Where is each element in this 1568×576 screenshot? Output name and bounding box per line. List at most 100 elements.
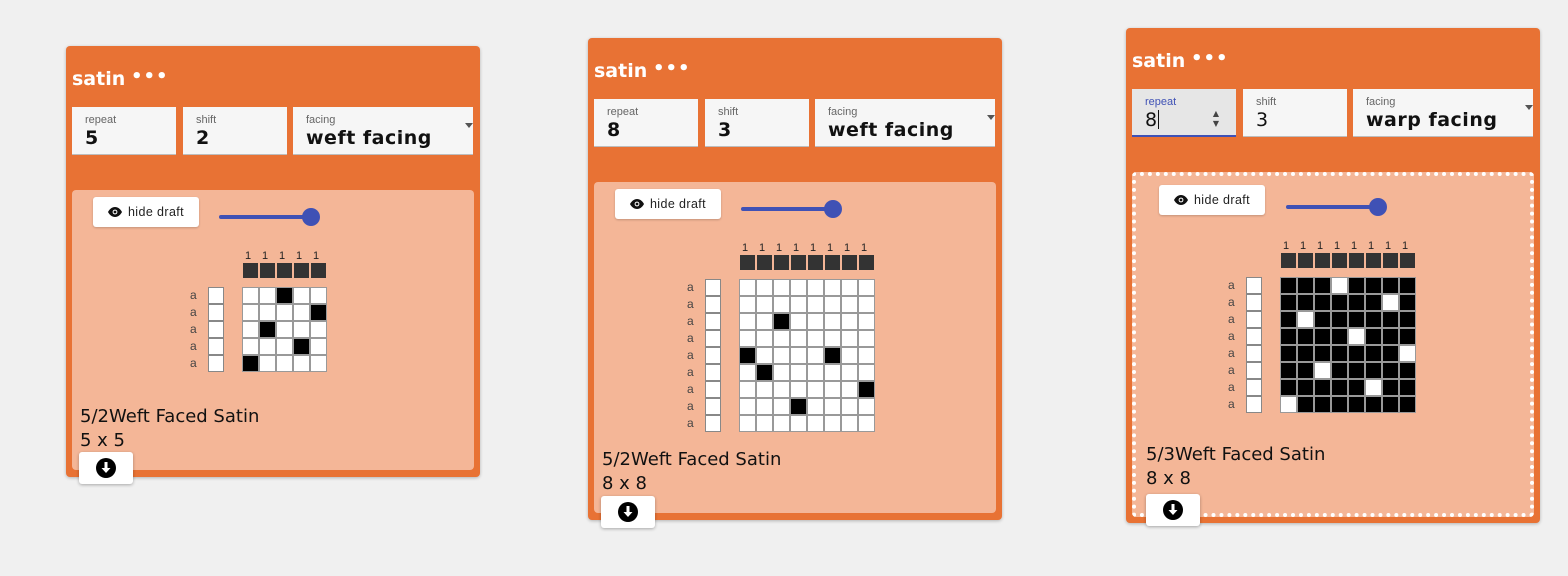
zoom-slider-track[interactable] bbox=[219, 215, 309, 219]
repeat-label: repeat bbox=[85, 114, 117, 126]
draft-cell bbox=[1331, 328, 1348, 345]
draft-panel: hide draft 11111111aaaaaaaa 5/3Weft Face… bbox=[1132, 172, 1534, 517]
draft-cell bbox=[756, 330, 773, 347]
pattern-dims: 8 x 8 bbox=[1146, 468, 1191, 489]
draft-cell bbox=[242, 304, 259, 321]
shift-value[interactable]: 3 bbox=[718, 119, 732, 141]
draft-cell bbox=[1382, 328, 1399, 345]
draft-cell bbox=[1297, 379, 1314, 396]
satin-node-3[interactable]: satin ••• repeat 8 ▲ ▼ shift 3 facing war… bbox=[1126, 28, 1540, 526]
draft-cell bbox=[841, 279, 858, 296]
draft-cell bbox=[739, 364, 756, 381]
draft-cell bbox=[1382, 277, 1399, 294]
shift-field[interactable]: shift 3 bbox=[705, 99, 809, 147]
draft-cell bbox=[1348, 345, 1365, 362]
download-icon bbox=[618, 502, 638, 522]
draft-cell bbox=[807, 279, 824, 296]
zoom-slider-thumb[interactable] bbox=[1369, 198, 1387, 216]
weft-color-cell bbox=[208, 355, 224, 372]
repeat-value[interactable]: 5 bbox=[85, 127, 99, 149]
chevron-down-icon[interactable] bbox=[987, 115, 995, 120]
draft-cell bbox=[1331, 294, 1348, 311]
draft-cell bbox=[1348, 328, 1365, 345]
weft-label: a bbox=[1228, 295, 1235, 309]
shift-value[interactable]: 2 bbox=[196, 127, 210, 149]
draft-cell bbox=[841, 398, 858, 415]
draft-cell bbox=[807, 398, 824, 415]
zoom-slider-track[interactable] bbox=[741, 207, 831, 211]
draft-view: 1 1 1 1 1 1 1 1aaaaaaaa bbox=[1228, 240, 1416, 413]
repeat-field[interactable]: repeat 8 ▲ ▼ bbox=[1132, 89, 1236, 137]
weft-label: a bbox=[190, 339, 197, 353]
draft-cell bbox=[858, 330, 875, 347]
hide-draft-button[interactable]: hide draft bbox=[615, 189, 721, 219]
hide-draft-button[interactable]: hide draft bbox=[1159, 185, 1265, 215]
facing-select[interactable]: facing weft facing bbox=[815, 99, 995, 147]
draft-cell bbox=[790, 364, 807, 381]
warp-number: 1 bbox=[1351, 240, 1357, 252]
draft-cell bbox=[1280, 362, 1297, 379]
draft-cell bbox=[1348, 294, 1365, 311]
facing-select[interactable]: facing weft facing bbox=[293, 107, 473, 155]
draft-cell bbox=[739, 330, 756, 347]
facing-value[interactable]: warp facing bbox=[1366, 109, 1497, 131]
draft-cell bbox=[790, 381, 807, 398]
weft-label: a bbox=[687, 399, 694, 413]
facing-value[interactable]: weft facing bbox=[828, 119, 954, 141]
download-button[interactable] bbox=[79, 452, 133, 484]
satin-node-2[interactable]: satin ••• repeat 8 shift 3 facing weft f… bbox=[588, 38, 1002, 528]
draft-cell bbox=[1280, 345, 1297, 362]
zoom-slider-thumb[interactable] bbox=[302, 208, 320, 226]
download-button[interactable] bbox=[601, 496, 655, 528]
warp-color-cell bbox=[824, 254, 841, 271]
draft-cell bbox=[858, 296, 875, 313]
draft-cell bbox=[1314, 294, 1331, 311]
draft-cell bbox=[1399, 362, 1416, 379]
draft-view: 1 1 1 1 1 1 1 1aaaaaaaaa bbox=[687, 242, 875, 432]
number-spinner[interactable]: ▲ ▼ bbox=[1210, 109, 1222, 131]
draft-cell bbox=[807, 330, 824, 347]
repeat-field[interactable]: repeat 5 bbox=[72, 107, 176, 155]
draft-cell bbox=[807, 313, 824, 330]
facing-value[interactable]: weft facing bbox=[306, 127, 432, 149]
zoom-slider-track[interactable] bbox=[1286, 205, 1376, 209]
repeat-label: repeat bbox=[607, 106, 639, 118]
hide-draft-label: hide draft bbox=[649, 197, 707, 211]
repeat-value[interactable]: 8 bbox=[607, 119, 621, 141]
warp-color-cell bbox=[807, 254, 824, 271]
draft-cell bbox=[824, 364, 841, 381]
zoom-slider-thumb[interactable] bbox=[824, 200, 842, 218]
chevron-down-icon[interactable] bbox=[1525, 105, 1533, 110]
draft-cell bbox=[310, 321, 327, 338]
more-horizontal-icon[interactable]: ••• bbox=[653, 58, 691, 79]
node-title: satin bbox=[72, 68, 126, 90]
draft-cell bbox=[242, 355, 259, 372]
draft-cell bbox=[773, 296, 790, 313]
weft-color-cell bbox=[1246, 311, 1262, 328]
shift-value[interactable]: 3 bbox=[1256, 109, 1268, 131]
draft-cell bbox=[841, 364, 858, 381]
repeat-field[interactable]: repeat 8 bbox=[594, 99, 698, 147]
more-horizontal-icon[interactable]: ••• bbox=[131, 66, 169, 87]
more-horizontal-icon[interactable]: ••• bbox=[1191, 48, 1229, 69]
warp-number: 1 bbox=[742, 242, 748, 254]
hide-draft-button[interactable]: hide draft bbox=[93, 197, 199, 227]
pattern-dims: 5 x 5 bbox=[80, 430, 125, 451]
download-button[interactable] bbox=[1146, 494, 1200, 526]
draft-cell bbox=[807, 364, 824, 381]
draft-cell bbox=[824, 398, 841, 415]
draft-cell bbox=[310, 287, 327, 304]
weft-color-cell bbox=[1246, 328, 1262, 345]
shift-field[interactable]: shift 3 bbox=[1243, 89, 1347, 137]
hide-draft-label: hide draft bbox=[127, 205, 185, 219]
facing-select[interactable]: facing warp facing bbox=[1353, 89, 1533, 137]
satin-node-1[interactable]: satin ••• repeat 5 shift 2 facing weft f… bbox=[66, 46, 480, 484]
draft-cell bbox=[276, 287, 293, 304]
eye-icon bbox=[107, 207, 122, 217]
shift-field[interactable]: shift 2 bbox=[183, 107, 287, 155]
chevron-down-icon[interactable] bbox=[465, 123, 473, 128]
weft-label: a bbox=[190, 356, 197, 370]
warp-color-cell bbox=[1365, 252, 1382, 269]
draft-cell bbox=[756, 381, 773, 398]
repeat-value[interactable]: 8 bbox=[1145, 109, 1160, 131]
